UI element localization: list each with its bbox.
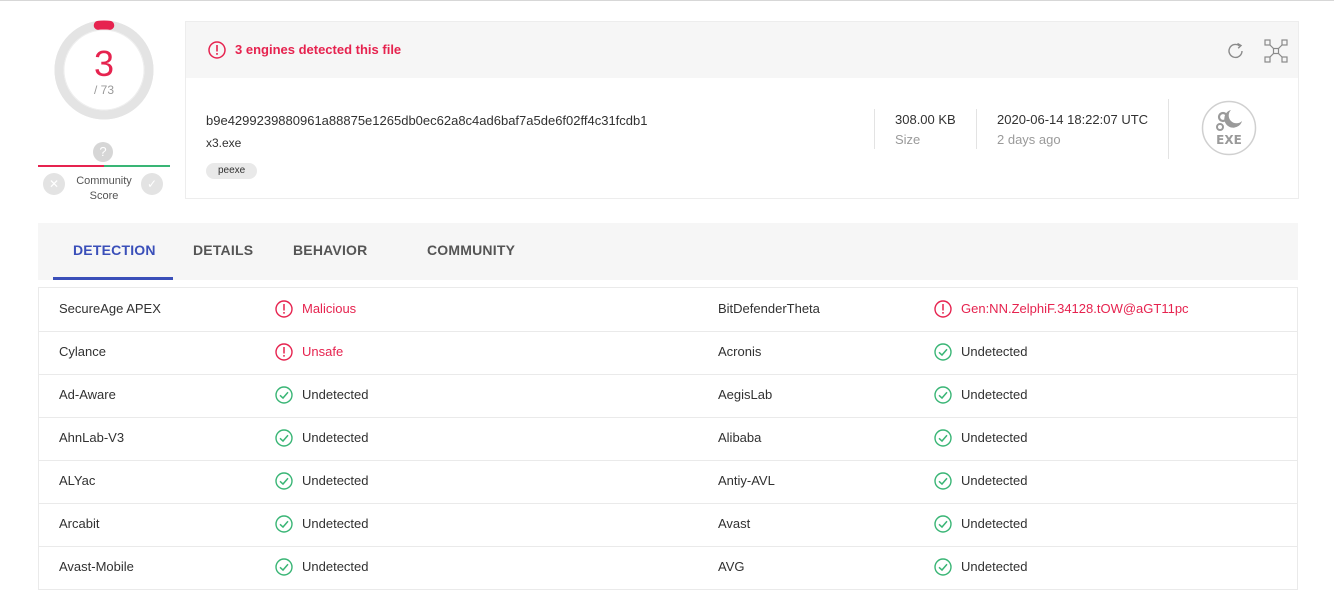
detection-result: Undetected — [961, 516, 1028, 531]
check-circle-icon — [934, 472, 952, 490]
detection-result: Undetected — [961, 473, 1028, 488]
file-hash[interactable]: b9e4299239880961a88875e1265db0ec62a8c4ad… — [206, 113, 647, 128]
check-circle-icon — [275, 558, 293, 576]
detection-result: Undetected — [302, 516, 369, 531]
check-circle-icon — [275, 429, 293, 447]
table-row: Ad-Aware Undetected AegisLab Undetected — [39, 374, 1297, 418]
tab-community[interactable]: COMMUNITY — [427, 242, 515, 258]
alert-circle-icon — [275, 343, 293, 361]
reload-icon[interactable] — [1225, 40, 1247, 62]
alert-circle-icon — [208, 41, 226, 59]
engine-name: Avast-Mobile — [59, 559, 134, 574]
engine-name: Antiy-AVL — [718, 473, 775, 488]
engine-name: AhnLab-V3 — [59, 430, 125, 445]
file-size-value: 308.00 KB — [895, 112, 956, 127]
community-score: ? ✕ Community Score ✓ — [38, 142, 170, 204]
file-tag[interactable]: peexe — [206, 163, 258, 179]
engine-name: BitDefenderTheta — [718, 301, 820, 316]
engine-name: AegisLab — [718, 387, 773, 402]
detection-result: Gen:NN.ZelphiF.34128.tOW@aGT11pc — [961, 301, 1189, 316]
check-circle-icon — [934, 429, 952, 447]
check-circle-icon — [934, 386, 952, 404]
check-circle-icon — [275, 472, 293, 490]
engine-name: ALYac — [59, 473, 96, 488]
table-row: Avast-Mobile Undetected AVG Undetected — [39, 546, 1297, 590]
detection-result: Undetected — [302, 473, 369, 488]
check-circle-icon — [275, 386, 293, 404]
detection-result: Undetected — [302, 387, 369, 402]
exe-file-icon: EXE — [1201, 100, 1257, 156]
check-circle-icon — [934, 343, 952, 361]
table-row: Cylance Unsafe Acronis Undetected — [39, 331, 1297, 375]
file-size-label: Size — [895, 132, 921, 147]
engine-name: Avast — [718, 516, 751, 531]
engine-name: AVG — [718, 559, 745, 574]
engine-total: / 73 — [93, 83, 114, 97]
report-tabs: DETECTION DETAILS BEHAVIOR COMMUNITY — [38, 223, 1298, 280]
detection-result: Undetected — [302, 430, 369, 445]
detection-result: Undetected — [961, 344, 1028, 359]
vote-harmful-button[interactable]: ✕ — [43, 173, 65, 195]
divider — [976, 109, 977, 149]
engine-name: Cylance — [59, 344, 106, 359]
detection-score-gauge: 3 / 73 — [54, 20, 154, 120]
detection-result: Malicious — [302, 301, 357, 316]
tab-behavior[interactable]: BEHAVIOR — [293, 242, 367, 258]
community-score-label: Community Score — [68, 174, 140, 204]
detection-result: Unsafe — [302, 344, 344, 359]
alert-circle-icon — [275, 300, 293, 318]
detection-alert-bar: 3 engines detected this file — [186, 22, 1298, 78]
community-label-line1: Community — [76, 175, 132, 187]
check-circle-icon — [934, 558, 952, 576]
question-icon: ? — [93, 142, 113, 162]
graph-icon[interactable] — [1264, 39, 1288, 63]
engine-name: Ad-Aware — [59, 387, 116, 402]
detection-results-table: SecureAge APEX Malicious BitDefenderTheta G… — [38, 287, 1298, 590]
check-circle-icon — [275, 515, 293, 533]
engine-name: Alibaba — [718, 430, 762, 445]
community-bar-negative — [38, 165, 104, 167]
filetype-label: EXE — [1216, 133, 1242, 147]
engine-name: Acronis — [718, 344, 762, 359]
engine-name: SecureAge APEX — [59, 301, 161, 316]
tab-details[interactable]: DETAILS — [193, 242, 253, 258]
alert-circle-icon — [934, 300, 952, 318]
file-name: x3.exe — [206, 136, 242, 150]
community-label-line2: Score — [89, 190, 119, 202]
detection-result: Undetected — [302, 559, 369, 574]
check-circle-icon — [934, 515, 952, 533]
file-summary-panel: 3 engines detected this file b9e42992398… — [185, 21, 1299, 199]
table-row: Arcabit Undetected Avast Undetected — [39, 503, 1297, 547]
detection-alert-text: 3 engines detected this file — [235, 42, 402, 57]
tab-detection[interactable]: DETECTION — [73, 242, 156, 258]
detection-result: Undetected — [961, 559, 1028, 574]
detection-result: Undetected — [961, 387, 1028, 402]
community-bar-positive — [104, 165, 170, 167]
detection-count: 3 — [93, 43, 115, 84]
table-row: SecureAge APEX Malicious BitDefenderTheta G… — [39, 288, 1297, 332]
detection-result: Undetected — [961, 430, 1028, 445]
analysis-date-relative: 2 days ago — [997, 132, 1061, 147]
divider — [874, 109, 875, 149]
active-tab-indicator — [53, 277, 173, 280]
engine-name: Arcabit — [59, 516, 100, 531]
divider — [1168, 99, 1169, 159]
vote-harmless-button[interactable]: ✓ — [141, 173, 163, 195]
top-border — [0, 0, 1334, 1]
table-row: ALYac Undetected Antiy-AVL Undetected — [39, 460, 1297, 504]
analysis-date-value: 2020-06-14 18:22:07 UTC — [997, 112, 1149, 127]
table-row: AhnLab-V3 Undetected Alibaba Undetected — [39, 417, 1297, 461]
